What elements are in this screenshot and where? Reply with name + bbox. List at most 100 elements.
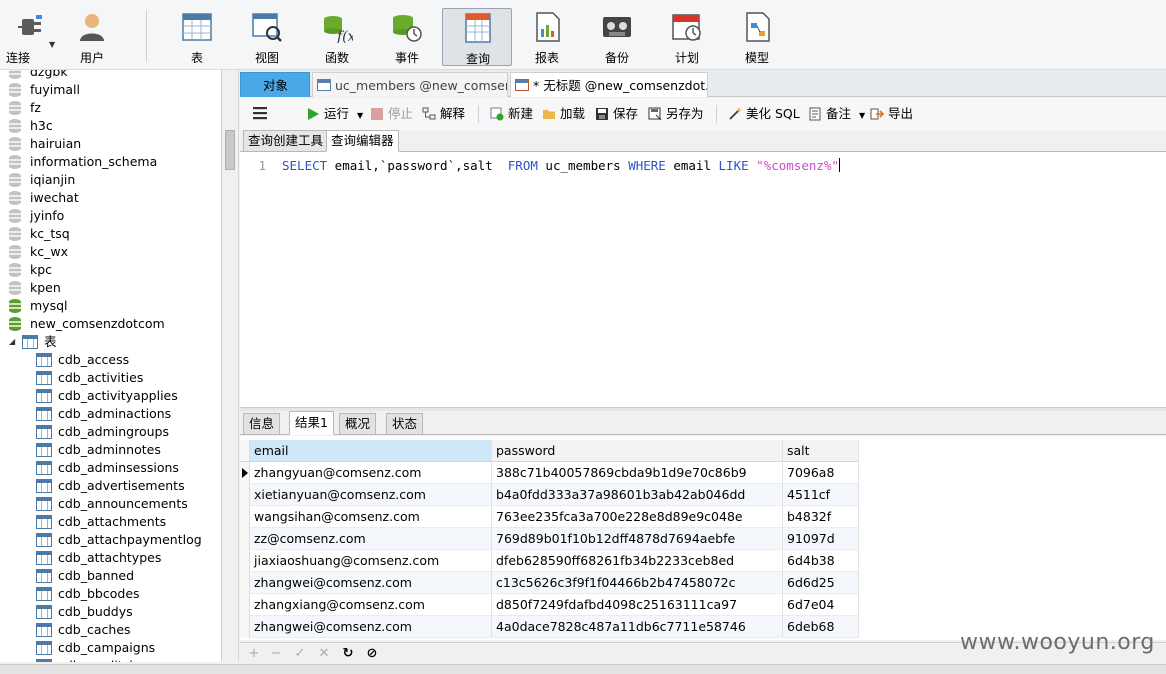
view-button[interactable]: 视图	[235, 8, 299, 66]
grid-cell[interactable]: 769d89b01f10b12dff4878d7694aebfe	[492, 528, 783, 550]
tree-item-label: fz	[30, 100, 41, 115]
tab-info[interactable]: 信息	[243, 413, 281, 435]
row-selector[interactable]	[240, 594, 250, 616]
discard-icon[interactable]: ✕	[316, 645, 332, 663]
toolbar-divider	[146, 10, 147, 62]
collapse-icon[interactable]: ◢	[9, 333, 15, 351]
grid-cell[interactable]: zz@comsenz.com	[250, 528, 492, 550]
grid-cell[interactable]: jiaxiaoshuang@comsenz.com	[250, 550, 492, 572]
column-header[interactable]: password	[492, 440, 783, 462]
apply-icon[interactable]: ✓	[292, 645, 308, 663]
tree-item-label: cdb_banned	[58, 568, 135, 583]
table-button[interactable]: 表	[165, 8, 229, 66]
table-icon	[36, 533, 52, 547]
chevron-down-icon[interactable]: ▼	[859, 111, 865, 120]
table-icon	[36, 353, 52, 367]
grid-cell[interactable]: 6d4b38	[783, 550, 859, 572]
run-button[interactable]: 运行 ▼	[306, 106, 363, 122]
grid-cell[interactable]: zhangxiang@comsenz.com	[250, 594, 492, 616]
row-selector[interactable]	[240, 484, 250, 506]
connect-label: 连接	[5, 51, 30, 65]
query-toolbar: 运行 ▼ 停止 解释 新建 加载 保存 另存为 美化 SQL 备注 ▼ 导出	[240, 98, 1166, 130]
grid-cell[interactable]: 6deb68	[783, 616, 859, 638]
document-tabs: 对象 uc_members @new_comsen... * 无标题 @new_…	[240, 70, 1166, 97]
query-button[interactable]: 查询	[442, 8, 512, 66]
grid-cell[interactable]: 6d6d25	[783, 572, 859, 594]
grid-cell[interactable]: 388c71b40057869cbda9b1d9e70c86b9	[492, 462, 783, 484]
report-icon	[536, 12, 560, 42]
comment-button[interactable]: 备注 ▼	[808, 106, 865, 122]
backup-button[interactable]: 备份	[585, 8, 649, 66]
column-header[interactable]: email	[250, 440, 492, 462]
grid-cell[interactable]: 91097d	[783, 528, 859, 550]
grid-cell[interactable]: b4832f	[783, 506, 859, 528]
grid-cell[interactable]: 6d7e04	[783, 594, 859, 616]
tree-item-label: mysql	[30, 298, 68, 313]
model-button[interactable]: 模型	[725, 8, 789, 66]
row-selector[interactable]	[240, 550, 250, 572]
tab-result1[interactable]: 结果1	[289, 411, 334, 435]
grid-cell[interactable]: c13c5626c3f9f1f04466b2b47458072c	[492, 572, 783, 594]
grid-cell[interactable]: wangsihan@comsenz.com	[250, 506, 492, 528]
grid-cell[interactable]: xietianyuan@comsenz.com	[250, 484, 492, 506]
grid-cell[interactable]: d850f7249fdafbd4098c25163111ca97	[492, 594, 783, 616]
tab-status[interactable]: 状态	[386, 413, 424, 435]
export-button[interactable]: 导出	[870, 106, 913, 122]
delete-row-icon[interactable]: −	[268, 645, 284, 663]
connect-button[interactable]: 连接 ▼	[0, 8, 64, 66]
sql-line[interactable]: SELECT email,`password`,salt FROM uc_mem…	[282, 158, 840, 173]
grid-cell[interactable]: 4a0dace7828c487a11db6c7711e58746	[492, 616, 783, 638]
table-icon	[36, 587, 52, 601]
grid-cell[interactable]: b4a0fdd333a37a98601b3ab42ab046dd	[492, 484, 783, 506]
grid-cell[interactable]: zhangwei@comsenz.com	[250, 616, 492, 638]
schedule-button[interactable]: 计划	[655, 8, 719, 66]
column-header[interactable]: salt	[783, 440, 859, 462]
tab-overview[interactable]: 概况	[339, 413, 377, 435]
scrollbar-thumb[interactable]	[225, 130, 235, 170]
grid-cell[interactable]: 4511cf	[783, 484, 859, 506]
explain-button[interactable]: 解释	[422, 106, 465, 122]
grid-cell[interactable]: zhangwei@comsenz.com	[250, 572, 492, 594]
grid-cell[interactable]: 763ee235fca3a700e228e8d89e9c048e	[492, 506, 783, 528]
save-button[interactable]: 保存	[595, 106, 638, 122]
tab-untitled-query[interactable]: * 无标题 @new_comsenzdot...	[510, 72, 708, 97]
stop-icon[interactable]: ⊘	[364, 645, 380, 663]
chevron-down-icon[interactable]: ▼	[49, 40, 55, 49]
database-icon	[9, 299, 21, 313]
add-row-icon[interactable]: +	[246, 645, 262, 663]
tree-scrollbar[interactable]	[222, 70, 239, 662]
tab-uc-members[interactable]: uc_members @new_comsen...	[312, 72, 508, 97]
tree-item-label: cdb_admingroups	[58, 424, 169, 439]
row-selector[interactable]	[240, 462, 250, 484]
result-grid[interactable]: email password salt zhangyuan@comsenz.com 38…	[240, 436, 1166, 640]
user-button[interactable]: 用户	[60, 8, 124, 66]
toolbar-divider	[478, 105, 479, 123]
menu-button[interactable]	[252, 106, 268, 122]
report-button[interactable]: 报表	[515, 8, 579, 66]
save-as-button[interactable]: 另存为	[648, 106, 704, 122]
tab-query-editor[interactable]: 查询编辑器	[326, 130, 399, 152]
grid-cell[interactable]: 7096a8	[783, 462, 859, 484]
sql-editor[interactable]: 1 SELECT email,`password`,salt FROM uc_m…	[240, 152, 1166, 407]
object-tree[interactable]: dzgbk fuyimall fz h3c hairuian information_sc…	[0, 70, 222, 662]
tree-item-label: cdb_access	[58, 352, 130, 367]
load-button[interactable]: 加载	[542, 106, 585, 122]
tab-objects[interactable]: 对象	[240, 72, 310, 97]
row-selector[interactable]	[240, 572, 250, 594]
row-selector[interactable]	[240, 506, 250, 528]
row-selector[interactable]	[240, 528, 250, 550]
database-icon	[9, 119, 21, 133]
beautify-sql-button[interactable]: 美化 SQL	[728, 106, 800, 122]
grid-cell[interactable]: zhangyuan@comsenz.com	[250, 462, 492, 484]
new-button[interactable]: 新建	[490, 106, 533, 122]
table-icon	[36, 659, 52, 662]
grid-cell[interactable]: dfeb628590ff68261fb34b2233ceb8ed	[492, 550, 783, 572]
function-button[interactable]: f(x) 函数	[305, 8, 369, 66]
event-button[interactable]: 事件	[375, 8, 439, 66]
tab-query-builder[interactable]: 查询创建工具	[243, 130, 329, 152]
stop-button[interactable]: 停止	[370, 106, 413, 122]
chevron-down-icon[interactable]: ▼	[357, 111, 363, 120]
refresh-icon[interactable]: ↻	[340, 645, 356, 663]
tree-item-label: information_schema	[30, 154, 158, 169]
row-selector[interactable]	[240, 616, 250, 638]
